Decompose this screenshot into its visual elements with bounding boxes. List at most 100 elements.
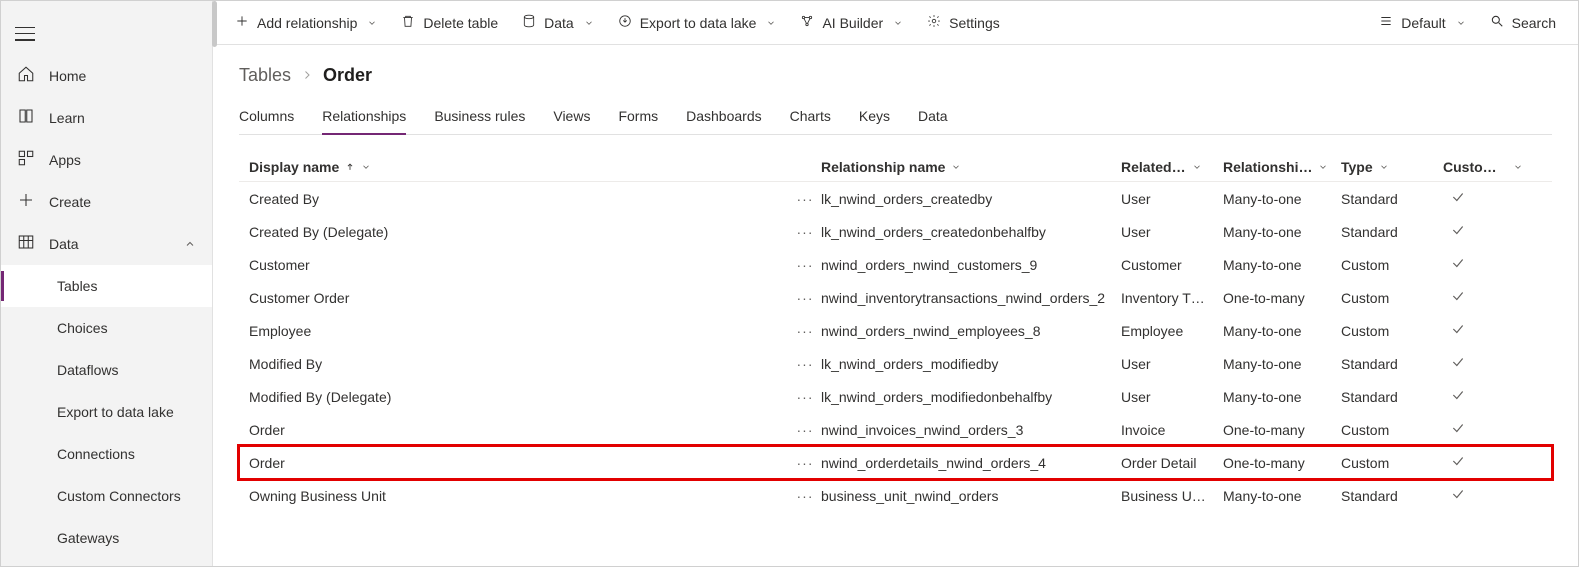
cell-type: Standard (1341, 389, 1443, 405)
table-row[interactable]: Created By (Delegate)···lk_nwind_orders_… (239, 215, 1552, 248)
tab-columns[interactable]: Columns (239, 104, 294, 134)
cmd-label: Settings (949, 15, 1000, 31)
table-row[interactable]: Employee···nwind_orders_nwind_employees_… (239, 314, 1552, 347)
tab-forms[interactable]: Forms (618, 104, 658, 134)
cell-related: Business U… (1121, 488, 1223, 504)
column-header-type[interactable]: Type (1341, 159, 1443, 175)
tab-relationships[interactable]: Relationships (322, 104, 406, 134)
more-icon: ··· (797, 389, 814, 405)
row-actions-button[interactable]: ··· (789, 257, 821, 273)
column-header-relationship-name[interactable]: Relationship name (821, 159, 1121, 175)
sort-asc-icon (345, 159, 355, 175)
ai-builder-button[interactable]: AI Builder (790, 8, 913, 37)
check-icon (1451, 421, 1465, 438)
tab-charts[interactable]: Charts (790, 104, 831, 134)
row-actions-button[interactable]: ··· (789, 224, 821, 240)
cmd-label: Default (1401, 15, 1445, 31)
sidebar-item-custom-connectors[interactable]: Custom Connectors (1, 475, 212, 517)
check-icon (1451, 388, 1465, 405)
sidebar-item-dataflows[interactable]: Dataflows (1, 349, 212, 391)
sidebar-item-label: Apps (49, 152, 81, 168)
add-relationship-button[interactable]: Add relationship (225, 8, 387, 37)
cell-type: Standard (1341, 356, 1443, 372)
tab-business-rules[interactable]: Business rules (434, 104, 525, 134)
check-icon (1451, 256, 1465, 273)
chevron-down-icon (951, 162, 961, 172)
row-actions-button[interactable]: ··· (789, 389, 821, 405)
column-header-relationship-type[interactable]: Relationshi… (1223, 159, 1341, 175)
sidebar-scroll-handle[interactable] (212, 1, 217, 47)
cell-relationship-type: Many-to-one (1223, 488, 1341, 504)
header-label: Related… (1121, 159, 1186, 175)
sidebar-item-label: Dataflows (57, 362, 118, 378)
settings-button[interactable]: Settings (917, 8, 1010, 37)
delete-table-button[interactable]: Delete table (391, 8, 508, 37)
sidebar-item-create[interactable]: Create (1, 181, 212, 223)
chevron-down-icon (766, 18, 776, 28)
column-header-related[interactable]: Related… (1121, 159, 1223, 175)
column-header-display-name[interactable]: Display name (249, 159, 789, 175)
sidebar-item-export-to-data-lake[interactable]: Export to data lake (1, 391, 212, 433)
row-actions-button[interactable]: ··· (789, 290, 821, 306)
row-actions-button[interactable]: ··· (789, 455, 821, 471)
sidebar-item-gateways[interactable]: Gateways (1, 517, 212, 559)
table-row[interactable]: Customer Order···nwind_inventorytransact… (239, 281, 1552, 314)
tab-views[interactable]: Views (553, 104, 590, 134)
cell-type: Standard (1341, 191, 1443, 207)
cell-related: Inventory T… (1121, 290, 1223, 306)
sidebar-item-label: Data (49, 236, 79, 252)
data-button[interactable]: Data (512, 8, 604, 37)
row-actions-button[interactable]: ··· (789, 323, 821, 339)
cell-relationship-type: Many-to-one (1223, 323, 1341, 339)
breadcrumb-root[interactable]: Tables (239, 65, 291, 86)
app-frame: Home Learn Apps Create Data (0, 0, 1579, 567)
sidebar-item-learn[interactable]: Learn (1, 97, 212, 139)
more-icon: ··· (797, 257, 814, 273)
sidebar: Home Learn Apps Create Data (1, 1, 213, 566)
tab-keys[interactable]: Keys (859, 104, 890, 134)
command-bar: Add relationship Delete table Data Expor… (213, 1, 1578, 45)
sidebar-item-tables[interactable]: Tables (1, 265, 212, 307)
row-actions-button[interactable]: ··· (789, 356, 821, 372)
more-icon: ··· (797, 356, 814, 372)
header-label: Display name (249, 159, 339, 175)
sidebar-item-home[interactable]: Home (1, 55, 212, 97)
cell-related: Employee (1121, 323, 1223, 339)
chevron-down-icon (584, 18, 594, 28)
table-row[interactable]: Created By···lk_nwind_orders_createdbyUs… (239, 182, 1552, 215)
column-header-custom[interactable]: Custom… (1443, 159, 1523, 175)
table-row[interactable]: Modified By···lk_nwind_orders_modifiedby… (239, 347, 1552, 380)
sidebar-item-apps[interactable]: Apps (1, 139, 212, 181)
tab-dashboards[interactable]: Dashboards (686, 104, 762, 134)
table-row[interactable]: Order···nwind_invoices_nwind_orders_3Inv… (239, 413, 1552, 446)
header-label: Custom… (1443, 159, 1507, 175)
table-row[interactable]: Customer···nwind_orders_nwind_customers_… (239, 248, 1552, 281)
export-to-data-lake-button[interactable]: Export to data lake (608, 8, 787, 37)
cell-related: User (1121, 389, 1223, 405)
row-actions-button[interactable]: ··· (789, 422, 821, 438)
header-label: Relationship name (821, 159, 945, 175)
cell-display-name: Owning Business Unit (249, 488, 789, 504)
row-actions-button[interactable]: ··· (789, 488, 821, 504)
more-icon: ··· (797, 422, 814, 438)
row-actions-button[interactable]: ··· (789, 191, 821, 207)
learn-icon (17, 107, 35, 128)
sidebar-item-data[interactable]: Data (1, 223, 212, 265)
export-icon (618, 14, 632, 31)
plus-icon (235, 14, 249, 31)
chevron-down-icon (893, 18, 903, 28)
tab-data[interactable]: Data (918, 104, 948, 134)
table-row[interactable]: Order···nwind_orderdetails_nwind_orders_… (239, 446, 1552, 479)
table-row[interactable]: Owning Business Unit···business_unit_nwi… (239, 479, 1552, 512)
search-button[interactable]: Search (1480, 8, 1566, 37)
cmd-label: Export to data lake (640, 15, 757, 31)
more-icon: ··· (797, 323, 814, 339)
chevron-down-icon (361, 162, 371, 172)
cell-type: Custom (1341, 422, 1443, 438)
table-row[interactable]: Modified By (Delegate)···lk_nwind_orders… (239, 380, 1552, 413)
sidebar-item-choices[interactable]: Choices (1, 307, 212, 349)
view-default-button[interactable]: Default (1369, 8, 1475, 37)
sidebar-item-connections[interactable]: Connections (1, 433, 212, 475)
hamburger-icon[interactable] (15, 27, 35, 41)
database-icon (522, 14, 536, 31)
